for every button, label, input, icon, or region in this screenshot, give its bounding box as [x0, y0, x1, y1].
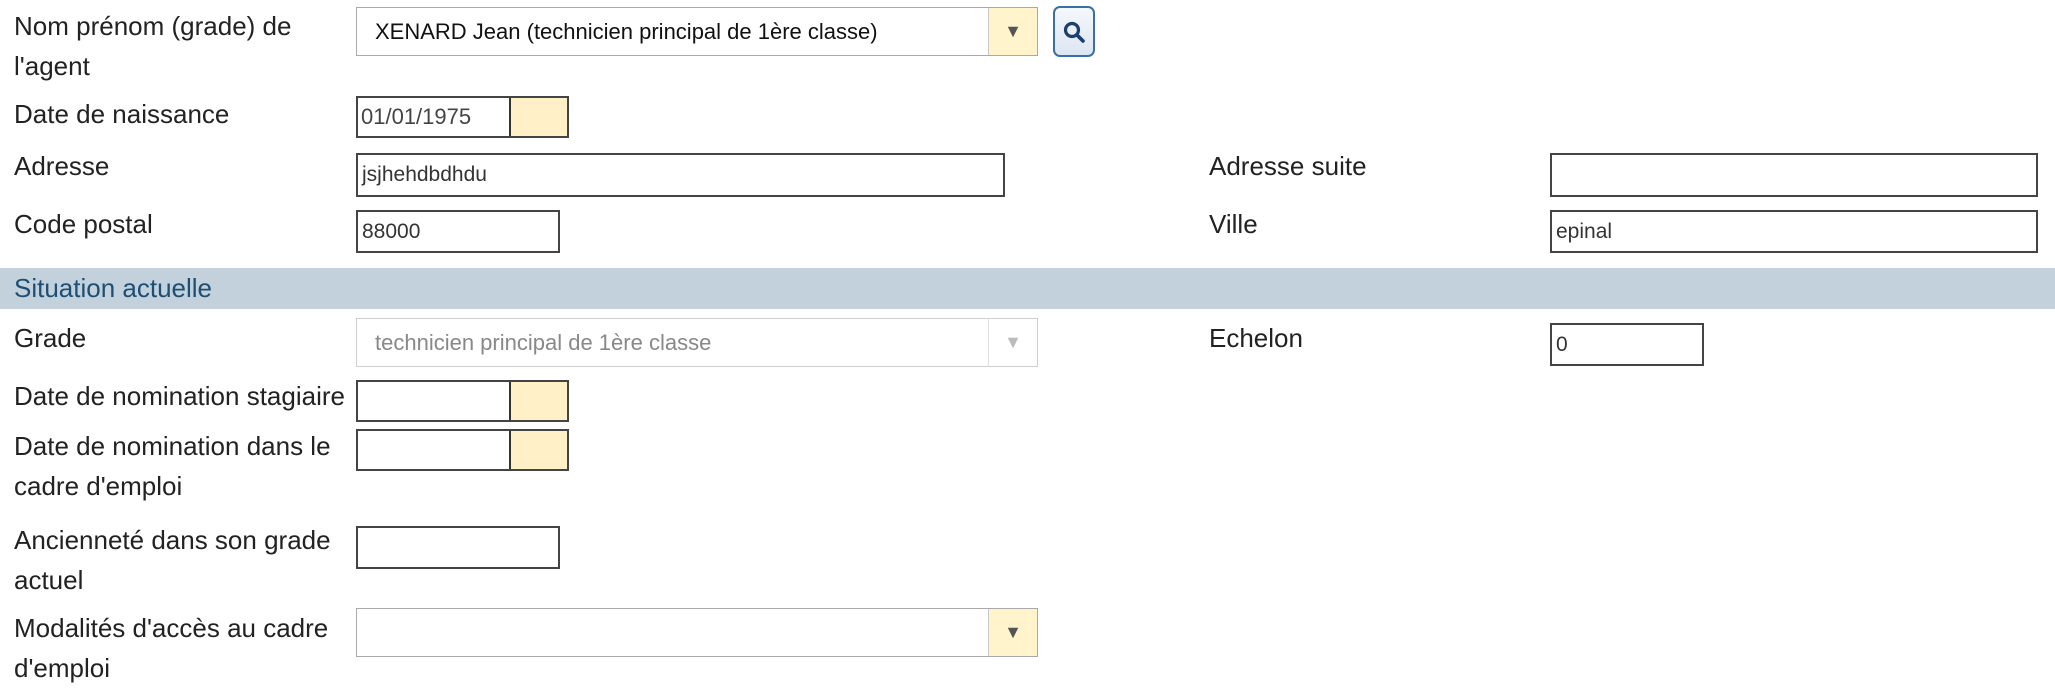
- address-label: Adresse: [14, 151, 110, 181]
- postal-code-input[interactable]: 88000: [356, 210, 560, 253]
- cadre-date-input[interactable]: [358, 431, 511, 469]
- search-agent-button[interactable]: [1053, 6, 1095, 57]
- city-label: Ville: [1209, 209, 1258, 239]
- address-input[interactable]: jsjhehdbdhdu: [356, 153, 1005, 197]
- anciennete-input[interactable]: [356, 526, 560, 569]
- calendar-icon[interactable]: [511, 382, 567, 420]
- city-input[interactable]: epinal: [1550, 210, 2038, 253]
- modalites-label-line2: d'emploi: [14, 653, 111, 683]
- chevron-down-icon[interactable]: ▼: [988, 609, 1037, 656]
- agent-select-value: XENARD Jean (technicien principal de 1èr…: [375, 18, 878, 44]
- chevron-down-icon[interactable]: ▼: [988, 8, 1037, 55]
- calendar-icon[interactable]: [511, 431, 567, 469]
- cadre-date-field[interactable]: [356, 429, 569, 471]
- agent-select[interactable]: XENARD Jean (technicien principal de 1èr…: [356, 7, 1038, 56]
- anciennete-label: Ancienneté dans son grade actuel: [14, 520, 331, 600]
- modalites-label: Modalités d'accès au cadre d'emploi: [14, 608, 328, 688]
- chevron-down-icon: ▼: [988, 319, 1037, 366]
- cadre-date-label-line1: Date de nomination dans le: [14, 431, 331, 461]
- stagiaire-date-input[interactable]: [358, 382, 511, 420]
- anciennete-label-line1: Ancienneté dans son grade: [14, 525, 331, 555]
- anciennete-label-line2: actuel: [14, 565, 84, 595]
- cadre-date-label-line2: cadre d'emploi: [14, 471, 183, 501]
- search-icon: [1063, 21, 1085, 43]
- agent-label-line2: l'agent: [14, 51, 90, 81]
- birth-date-input[interactable]: 01/01/1975: [358, 98, 511, 136]
- stagiaire-date-label: Date de nomination stagiaire: [14, 381, 345, 411]
- agent-label-line1: Nom prénom (grade) de: [14, 11, 292, 41]
- grade-label: Grade: [14, 323, 87, 353]
- grade-select: technicien principal de 1ère classe ▼: [356, 318, 1038, 367]
- address-suite-input[interactable]: [1550, 153, 2038, 197]
- birth-date-label: Date de naissance: [14, 99, 230, 129]
- agent-label: Nom prénom (grade) de l'agent: [14, 6, 291, 86]
- birth-date-field[interactable]: 01/01/1975: [356, 96, 569, 138]
- cadre-date-label: Date de nomination dans le cadre d'emplo…: [14, 426, 331, 506]
- grade-select-value: technicien principal de 1ère classe: [375, 329, 712, 355]
- calendar-icon[interactable]: [511, 98, 567, 136]
- postal-code-label: Code postal: [14, 209, 153, 239]
- echelon-label: Echelon: [1209, 323, 1303, 353]
- modalites-label-line1: Modalités d'accès au cadre: [14, 613, 329, 643]
- address-suite-label: Adresse suite: [1209, 151, 1367, 181]
- modalites-select[interactable]: ▼: [356, 608, 1038, 657]
- stagiaire-date-field[interactable]: [356, 380, 569, 422]
- echelon-input[interactable]: 0: [1550, 323, 1704, 366]
- section-situation-actuelle: Situation actuelle: [0, 268, 2055, 309]
